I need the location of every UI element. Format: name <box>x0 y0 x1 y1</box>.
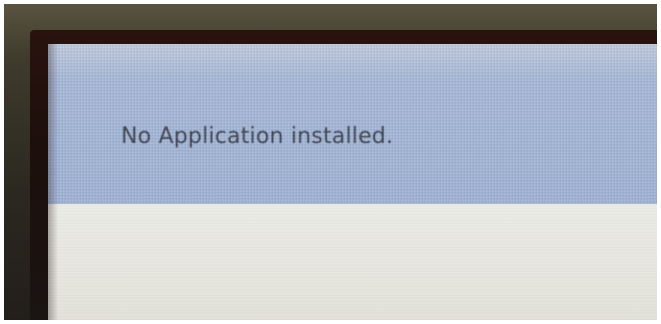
device-screen: No Application installed. <box>48 44 657 320</box>
bezel-shadow <box>48 44 58 320</box>
photo: No Application installed. <box>0 0 661 324</box>
screen-glare <box>48 44 657 80</box>
status-message: No Application installed. <box>121 124 394 149</box>
content-area <box>48 204 657 320</box>
message-banner: No Application installed. <box>48 44 657 204</box>
